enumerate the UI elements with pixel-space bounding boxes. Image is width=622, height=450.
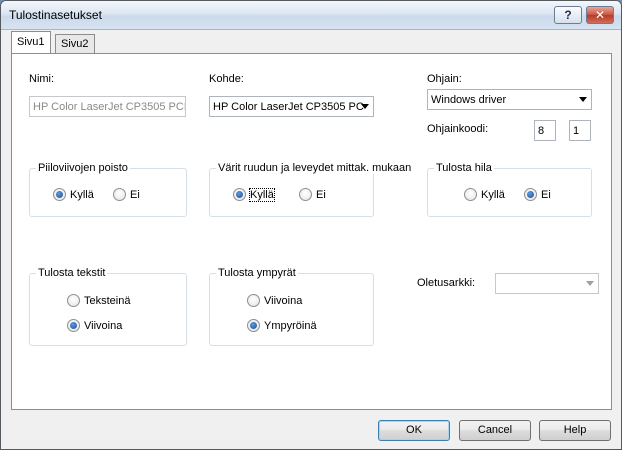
radio-unchecked-icon: [464, 188, 477, 201]
group-piiloviivojen-poisto: Piiloviivojen poisto Kyllä Ei: [29, 162, 187, 217]
radio-piiloviivojen-kylla[interactable]: Kyllä: [53, 188, 94, 201]
nimi-label: Nimi:: [29, 73, 55, 85]
group-tulosta-hila: Tulosta hila Kyllä Ei: [427, 162, 592, 217]
title-bar: Tulostinasetukset ? ✕: [1, 1, 621, 30]
window-title: Tulostinasetukset: [9, 8, 102, 22]
radio-label: Ei: [316, 188, 326, 201]
radio-ympyrat-viivoina[interactable]: Viivoina: [247, 294, 302, 307]
chevron-down-icon: [579, 97, 587, 102]
radio-label: Ei: [130, 188, 140, 201]
radio-label: Viivoina: [264, 294, 303, 307]
chevron-down-icon: [361, 104, 369, 109]
ohjain-value: Windows driver: [431, 94, 507, 106]
group-tulosta-tekstit: Tulosta tekstit Teksteinä Viivoina: [29, 267, 187, 346]
radio-hila-kylla[interactable]: Kyllä: [464, 188, 505, 201]
radio-label: Kyllä: [481, 188, 505, 201]
radio-hila-ei[interactable]: Ei: [524, 188, 551, 201]
tab-sivu1[interactable]: Sivu1: [11, 31, 51, 53]
ohjainkoodi-label: Ohjainkoodi:: [427, 123, 489, 135]
radio-checked-icon: [247, 319, 260, 332]
radio-ympyrat-ympyroina[interactable]: Ympyröinä: [247, 319, 317, 332]
close-button[interactable]: ✕: [586, 6, 614, 24]
radio-label: Teksteinä: [84, 294, 131, 307]
radio-label: Ei: [541, 188, 551, 201]
radio-piiloviivojen-ei[interactable]: Ei: [113, 188, 140, 201]
ohjainkoodi-field-1[interactable]: 8: [534, 120, 556, 141]
radio-tekstit-teksteina[interactable]: Teksteinä: [67, 294, 130, 307]
ok-button[interactable]: OK: [378, 420, 450, 441]
radio-checked-icon: [233, 188, 246, 201]
radio-label: Ympyröinä: [264, 319, 317, 332]
radio-unchecked-icon: [113, 188, 126, 201]
radio-checked-icon: [524, 188, 537, 201]
radio-checked-icon: [67, 319, 80, 332]
group-title-ympyrat: Tulosta ympyrät: [216, 267, 298, 279]
radio-label: Kyllä: [70, 188, 94, 201]
print-settings-dialog: Tulostinasetukset ? ✕ Sivu1 Sivu2 Nimi: …: [0, 0, 622, 450]
help-title-button[interactable]: ?: [554, 6, 582, 24]
chevron-down-icon: [586, 281, 594, 286]
radio-varit-ei[interactable]: Ei: [299, 188, 326, 201]
ohjainkoodi-field-2[interactable]: 1: [569, 120, 591, 141]
radio-unchecked-icon: [247, 294, 260, 307]
group-title-varit: Värit ruudun ja leveydet mittak. mukaan: [216, 162, 414, 174]
oletusarkki-label: Oletusarkki:: [417, 277, 476, 289]
tab-sivu2[interactable]: Sivu2: [55, 34, 95, 54]
cancel-button[interactable]: Cancel: [459, 420, 531, 441]
help-button[interactable]: Help: [539, 420, 611, 441]
kohde-label: Kohde:: [209, 73, 244, 85]
group-varit: Värit ruudun ja leveydet mittak. mukaan …: [209, 162, 414, 217]
radio-tekstit-viivoina[interactable]: Viivoina: [67, 319, 122, 332]
radio-varit-kylla[interactable]: Kyllä: [233, 187, 275, 202]
oletusarkki-select[interactable]: [495, 273, 599, 294]
group-title-tekstit: Tulosta tekstit: [36, 267, 108, 279]
tab-panel: Nimi: HP Color LaserJet CP3505 PCL6 Kohd…: [11, 53, 612, 410]
radio-unchecked-icon: [299, 188, 312, 201]
radio-label: Viivoina: [84, 319, 123, 332]
group-title-hila: Tulosta hila: [434, 162, 494, 174]
nimi-field[interactable]: HP Color LaserJet CP3505 PCL6: [29, 96, 186, 117]
group-tulosta-ympyrat: Tulosta ympyrät Viivoina Ympyröinä: [209, 267, 374, 346]
ohjain-label: Ohjain:: [427, 73, 462, 85]
radio-label: Kyllä: [249, 187, 275, 202]
radio-unchecked-icon: [67, 294, 80, 307]
ohjain-select[interactable]: Windows driver: [427, 89, 592, 110]
radio-checked-icon: [53, 188, 66, 201]
group-title-piiloviivojen: Piiloviivojen poisto: [36, 162, 130, 174]
kohde-select[interactable]: HP Color LaserJet CP3505 PC: [209, 96, 374, 117]
kohde-value: HP Color LaserJet CP3505 PC: [213, 101, 364, 113]
